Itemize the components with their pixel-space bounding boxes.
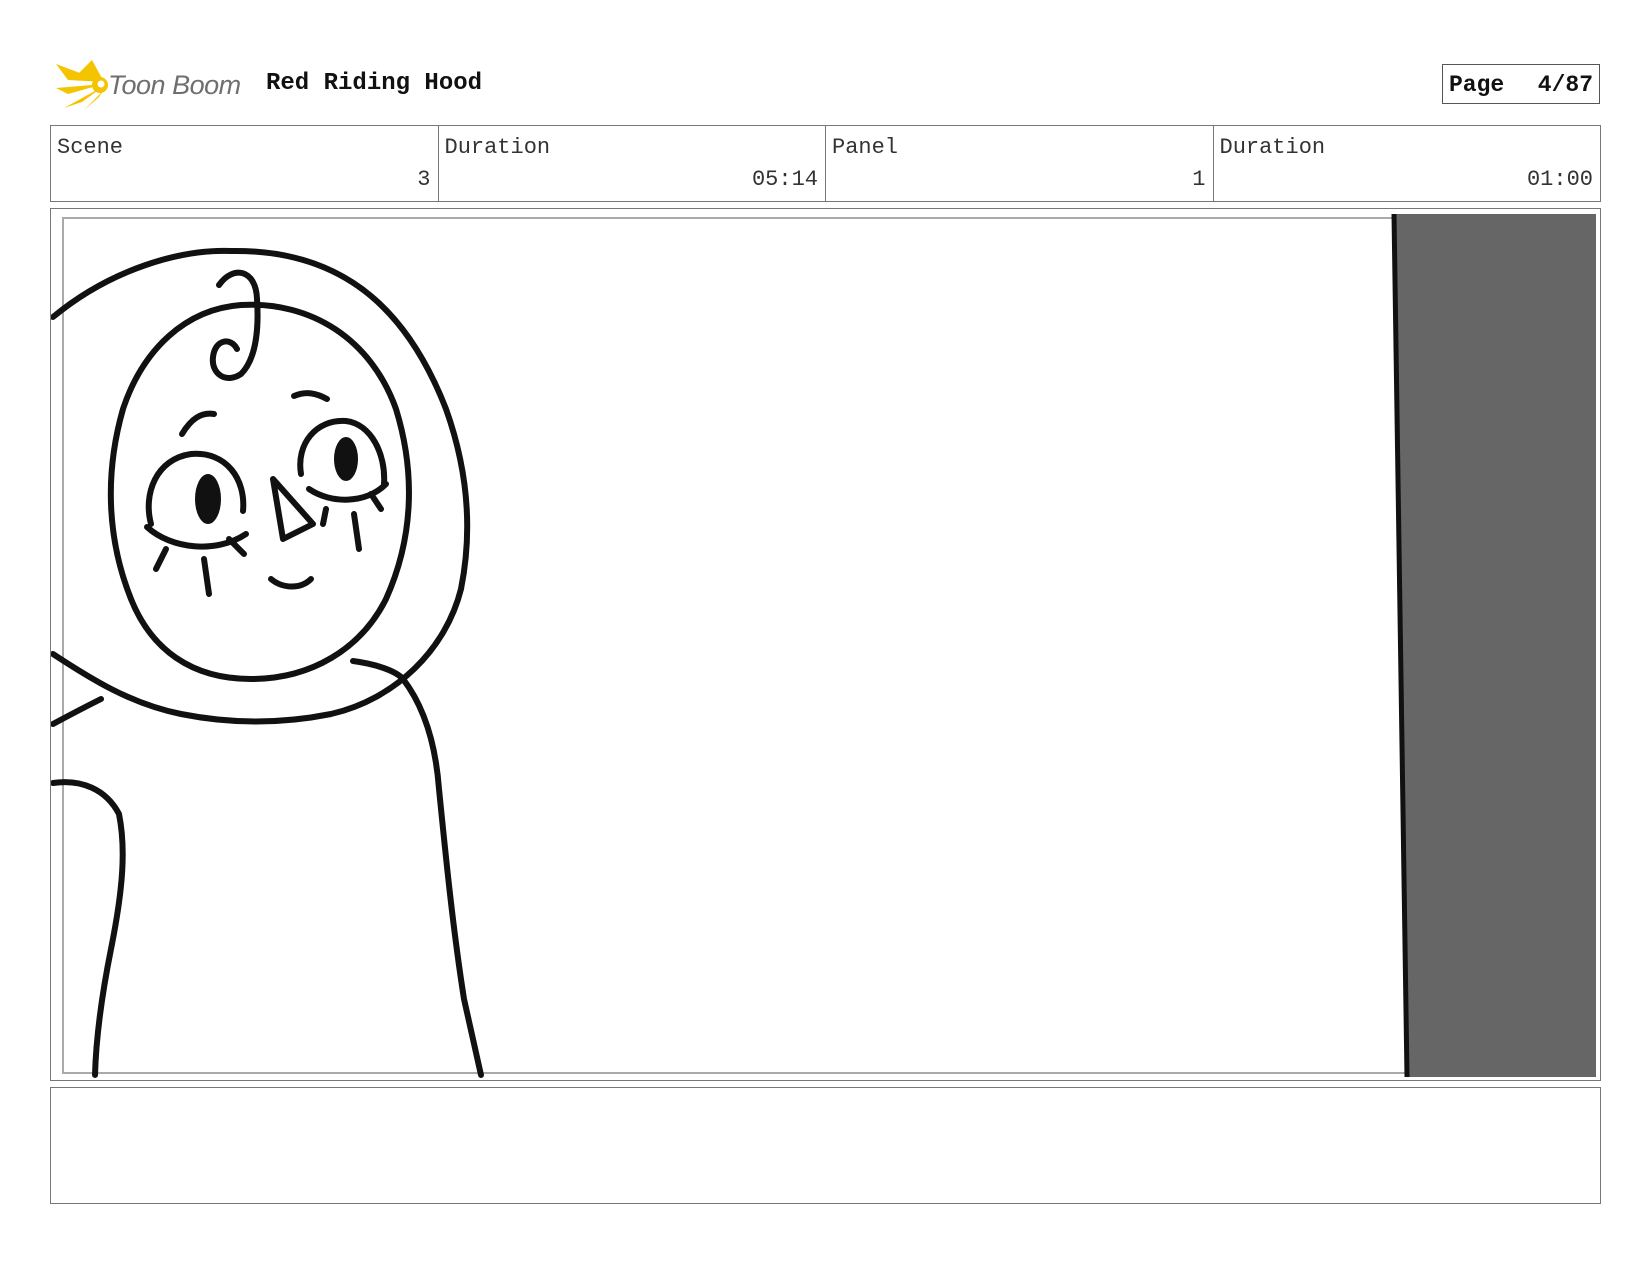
project-title: Red Riding Hood	[266, 70, 483, 97]
panel-value: 1	[1192, 167, 1206, 192]
shadow-area	[1394, 214, 1596, 1077]
panel-notes-box	[50, 1087, 1601, 1204]
star-burst-icon	[56, 60, 108, 110]
panel-duration-label: Duration	[1219, 135, 1326, 160]
scene-info-table: Scene 3 Duration 05:14 Panel 1 Duration …	[50, 125, 1601, 202]
left-pupil	[195, 474, 221, 524]
logo-wordmark: Toon Boom	[108, 70, 241, 100]
page-value: 4/87	[1537, 72, 1593, 98]
panel-cell: Panel 1	[826, 126, 1214, 201]
scene-duration-label: Duration	[444, 135, 551, 160]
scene-value: 3	[417, 167, 431, 192]
page-label: Page	[1449, 72, 1505, 98]
panel-duration-value: 01:00	[1526, 167, 1593, 192]
right-pupil	[334, 437, 358, 481]
panel-label: Panel	[832, 135, 899, 160]
character-sketch	[51, 247, 484, 1078]
storyboard-panel	[50, 208, 1601, 1081]
scene-label: Scene	[57, 135, 124, 160]
scene-duration-value: 05:14	[751, 167, 818, 192]
scene-duration-cell: Duration 05:14	[439, 126, 826, 201]
safe-frame	[62, 217, 1592, 1074]
panel-duration-cell: Duration 01:00	[1214, 126, 1601, 201]
toon-boom-logo: Toon Boom	[54, 58, 250, 112]
page-counter: Page 4/87	[1442, 64, 1600, 104]
panel-drawing	[51, 213, 1596, 1078]
scene-cell: Scene 3	[51, 126, 439, 201]
